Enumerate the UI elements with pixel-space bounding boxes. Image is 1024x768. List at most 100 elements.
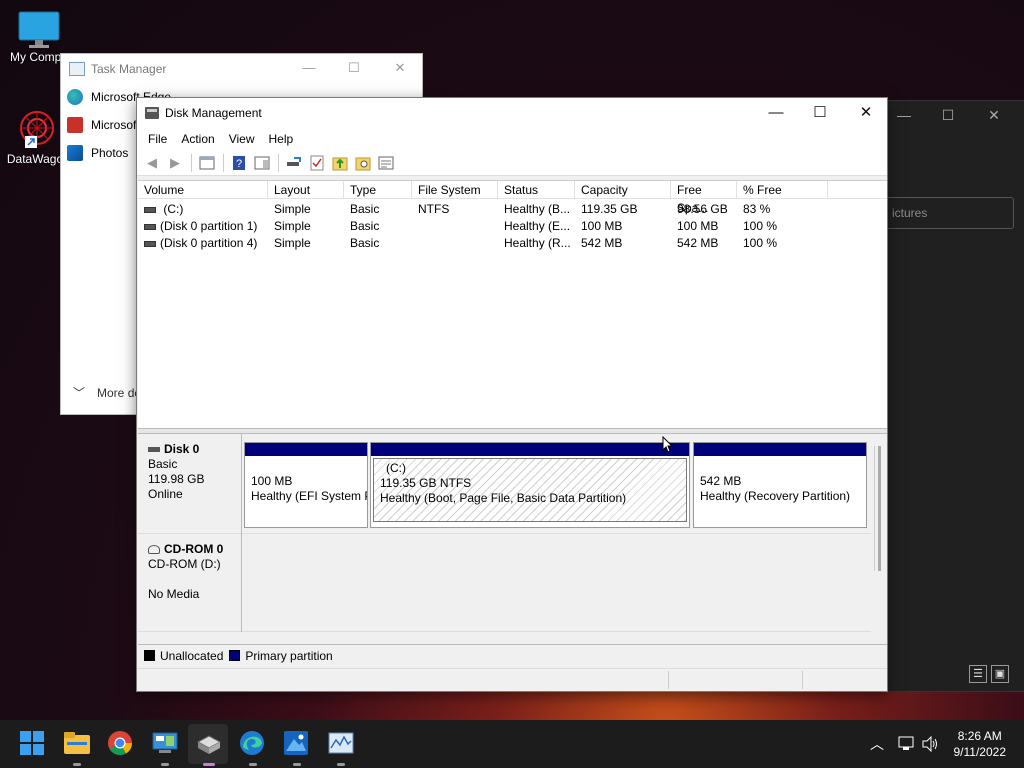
- minimize-icon[interactable]: —: [294, 60, 324, 75]
- partition-bar: [694, 443, 866, 456]
- disk-icon: [148, 447, 160, 453]
- vertical-scrollbar[interactable]: [874, 446, 884, 571]
- table-row[interactable]: (C:) Simple Basic NTFS Healthy (B... 119…: [138, 201, 887, 218]
- maximize-icon[interactable]: ☐: [797, 98, 843, 128]
- volume-icon: [144, 223, 156, 230]
- disk-layout-pane[interactable]: Disk 0 Basic 119.98 GB Online 100 MB Hea…: [138, 434, 887, 644]
- close-icon[interactable]: ✕: [979, 107, 1009, 124]
- toolbar: ◀ ▶ ?: [137, 150, 887, 176]
- column-header[interactable]: Type: [344, 181, 412, 199]
- partition-status: Healthy (EFI System P: [251, 489, 367, 503]
- partition-status: Healthy (Boot, Page File, Basic Data Par…: [380, 491, 627, 505]
- legend-label: Unallocated: [160, 648, 224, 663]
- legend-label: Primary partition: [245, 648, 333, 663]
- legend-swatch-primary: [229, 650, 241, 661]
- partition-status: Healthy (Recovery Partition): [700, 489, 851, 503]
- free-space-cell: 542 MB: [677, 236, 719, 250]
- task-manager-icon[interactable]: [327, 730, 355, 758]
- volume-list-header: Volume Layout Type File System Status Ca…: [138, 181, 887, 215]
- title-bar[interactable]: Disk Management — ☐ ✕: [137, 98, 887, 128]
- network-icon[interactable]: [898, 736, 916, 752]
- column-header[interactable]: Free Spa...: [671, 181, 737, 215]
- layout-cell: Simple: [274, 219, 311, 233]
- clock-time: 8:26 AM: [957, 729, 1002, 743]
- cd-rom-icon: [148, 545, 160, 555]
- back-icon[interactable]: ◀: [141, 153, 163, 173]
- svg-text:?: ?: [236, 158, 242, 170]
- menu-file[interactable]: File: [141, 132, 174, 146]
- file-explorer-icon[interactable]: [63, 730, 91, 758]
- edge-icon[interactable]: [239, 730, 267, 758]
- close-icon[interactable]: ✕: [843, 98, 889, 128]
- process-label: Microsof: [91, 118, 137, 132]
- layout-cell: Simple: [274, 236, 311, 250]
- chevron-down-icon: ﹀: [73, 386, 86, 400]
- volume-list[interactable]: Volume Layout Type File System Status Ca…: [138, 180, 887, 428]
- partition-c[interactable]: (C:) 119.35 GB NTFS Healthy (Boot, Page …: [370, 442, 690, 528]
- process-row[interactable]: Microsof: [67, 112, 136, 138]
- menu-help[interactable]: Help: [262, 132, 301, 146]
- window-title: Disk Management: [165, 106, 262, 120]
- disk-label[interactable]: CD-ROM 0 CD-ROM (D:) No Media: [138, 534, 242, 632]
- column-header[interactable]: % Free: [737, 181, 828, 199]
- control-panel-icon[interactable]: [151, 730, 179, 758]
- disk-management-icon: [145, 107, 159, 119]
- console-tree-icon[interactable]: [251, 153, 273, 173]
- layout-cell: Simple: [274, 202, 311, 216]
- up-icon[interactable]: [329, 153, 351, 173]
- column-header[interactable]: Volume: [138, 181, 268, 199]
- datawagon-icon: [20, 111, 54, 148]
- list-icon[interactable]: [375, 153, 397, 173]
- partition-efi[interactable]: 100 MB Healthy (EFI System P: [244, 442, 368, 528]
- percent-free-cell: 83 %: [743, 202, 771, 216]
- partition-bar: [245, 443, 367, 456]
- column-header[interactable]: Capacity: [575, 181, 671, 199]
- clock-date: 9/11/2022: [953, 745, 1007, 759]
- window-title: Task Manager: [91, 62, 167, 76]
- partition-recovery[interactable]: 542 MB Healthy (Recovery Partition): [693, 442, 867, 528]
- disk-management-icon[interactable]: [195, 730, 223, 758]
- store-icon: [67, 117, 83, 133]
- volume-icon: [144, 240, 156, 247]
- disk-label[interactable]: Disk 0 Basic 119.98 GB Online: [138, 434, 242, 534]
- help-icon[interactable]: ?: [228, 153, 250, 173]
- capacity-cell: 100 MB: [581, 219, 623, 233]
- legend: Unallocated Primary partition: [138, 644, 887, 666]
- chrome-icon[interactable]: [107, 730, 135, 758]
- search-input[interactable]: ictures: [881, 197, 1014, 229]
- table-row[interactable]: (Disk 0 partition 4) Simple Basic Health…: [138, 235, 887, 252]
- process-row[interactable]: Photos: [67, 140, 128, 166]
- chevron-up-icon[interactable]: ︿: [870, 734, 884, 754]
- table-row[interactable]: (Disk 0 partition 1) Simple Basic Health…: [138, 218, 887, 235]
- menu-action[interactable]: Action: [174, 132, 221, 146]
- volume-cell: (C:): [144, 201, 268, 218]
- more-details-label: More de: [97, 385, 142, 400]
- partition-label: (C:): [386, 461, 406, 475]
- forward-icon[interactable]: ▶: [164, 153, 186, 173]
- minimize-icon[interactable]: —: [889, 107, 919, 123]
- close-icon[interactable]: ✕: [385, 60, 415, 76]
- properties-icon[interactable]: [196, 153, 218, 173]
- search-icon[interactable]: [352, 153, 374, 173]
- maximize-icon[interactable]: ☐: [933, 107, 963, 124]
- clock[interactable]: 8:26 AM 9/11/2022: [954, 728, 1007, 760]
- free-space-cell: 100 MB: [677, 219, 719, 233]
- start-icon[interactable]: [19, 730, 47, 758]
- column-header[interactable]: Layout: [268, 181, 344, 199]
- connect-icon[interactable]: [283, 153, 305, 173]
- more-details-button[interactable]: ﹀ More de: [73, 384, 141, 401]
- photos-icon[interactable]: [283, 730, 311, 758]
- menu-view[interactable]: View: [222, 132, 262, 146]
- disk-size: 119.98 GB: [148, 472, 205, 486]
- taskbar: ︿ 8:26 AM 9/11/2022: [0, 720, 1024, 768]
- minimize-icon[interactable]: —: [753, 98, 799, 128]
- maximize-icon[interactable]: ☐: [339, 60, 369, 76]
- disk-type: Basic: [148, 457, 178, 471]
- column-header[interactable]: File System: [412, 181, 498, 199]
- check-icon[interactable]: [306, 153, 328, 173]
- volume-icon[interactable]: [922, 736, 940, 752]
- large-icons-view-icon[interactable]: ▣: [991, 665, 1009, 683]
- details-view-icon[interactable]: ☰: [969, 665, 987, 683]
- column-header[interactable]: Status: [498, 181, 575, 199]
- disk-row: Disk 0 Basic 119.98 GB Online 100 MB Hea…: [138, 434, 871, 534]
